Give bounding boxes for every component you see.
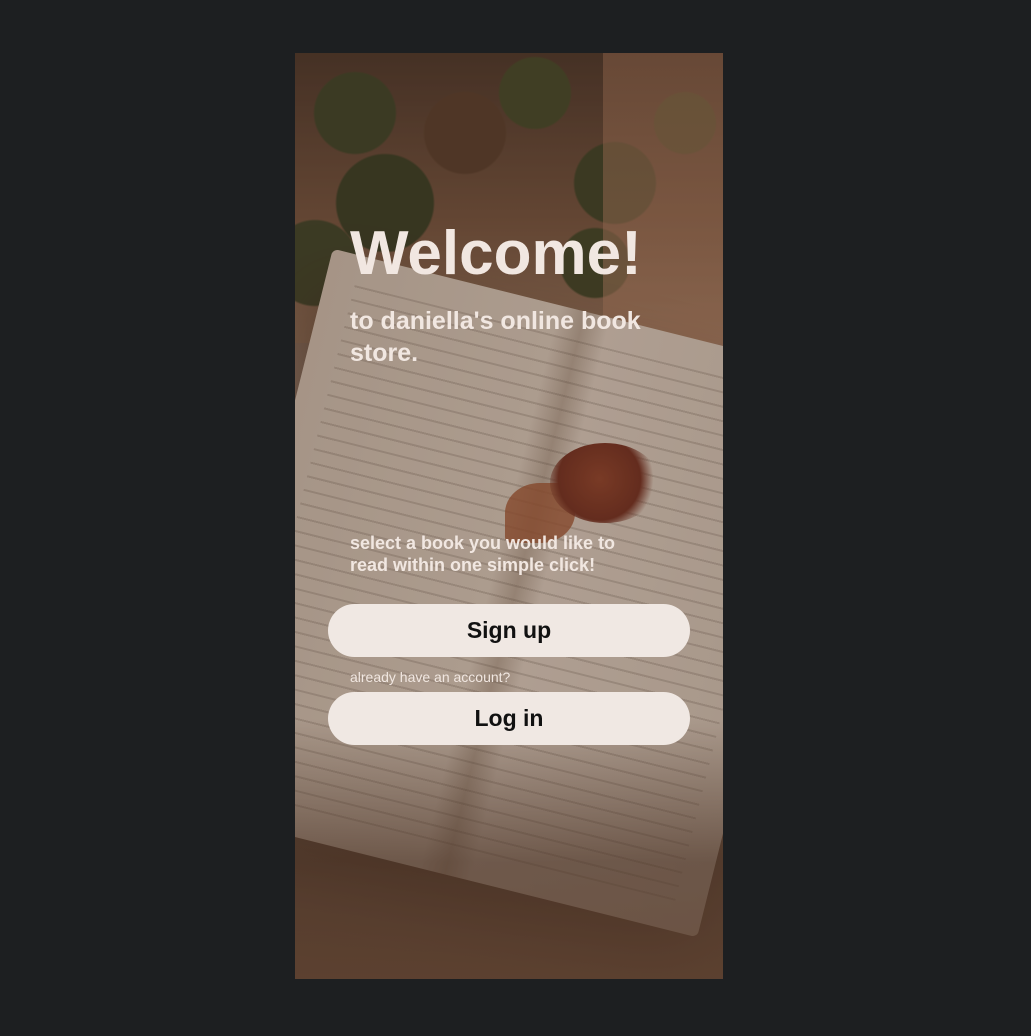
signup-button[interactable]: Sign up bbox=[328, 604, 690, 657]
account-hint: already have an account? bbox=[350, 669, 511, 685]
welcome-subtitle: to daniella's online book store. bbox=[350, 307, 641, 367]
welcome-screen: Welcome! to daniella's online book store… bbox=[295, 53, 723, 979]
login-button[interactable]: Log in bbox=[328, 692, 690, 745]
welcome-content: Welcome! to daniella's online book store… bbox=[295, 53, 723, 979]
welcome-tagline: select a book you would like to read wit… bbox=[350, 533, 616, 575]
welcome-title: Welcome! bbox=[350, 219, 642, 288]
